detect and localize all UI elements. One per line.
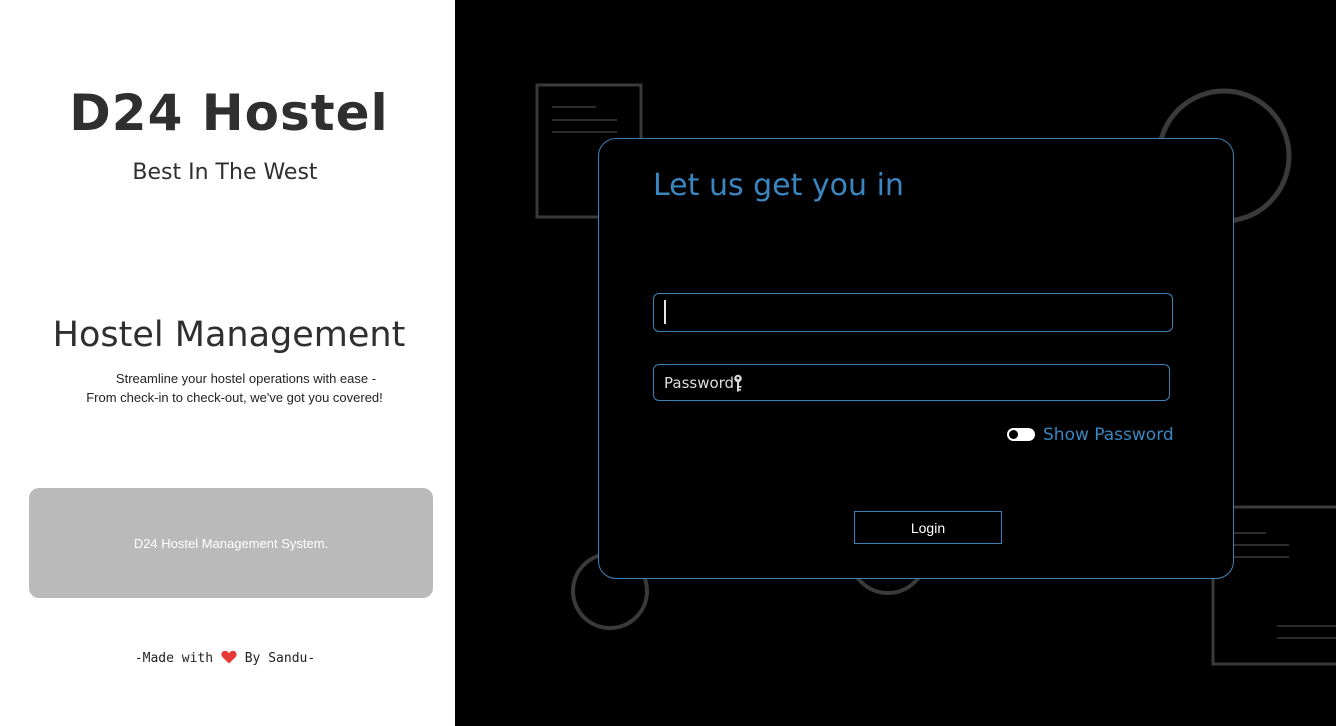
brand-subtitle: Best In The West <box>132 160 318 185</box>
system-info-label: D24 Hostel Management System. <box>133 535 329 551</box>
login-title: Let us get you in <box>653 168 904 203</box>
intro-heading: Hostel Management <box>52 315 406 355</box>
password-placeholder: Password <box>664 374 735 392</box>
by-author-text: By Sandu- <box>244 651 316 666</box>
toggle-knob <box>1009 430 1018 439</box>
brand-title: D24 Hostel <box>69 84 389 142</box>
footer-credit: -Made with By Sandu- <box>0 650 450 666</box>
username-input[interactable] <box>653 293 1173 332</box>
intro-line-1: Streamline your hostel operations with e… <box>115 371 377 386</box>
login-button[interactable]: Login <box>854 511 1002 544</box>
text-cursor <box>664 300 666 324</box>
intro-line-2: From check-in to check-out, we've got yo… <box>86 390 383 405</box>
system-info-box: D24 Hostel Management System. <box>29 488 433 598</box>
heart-icon <box>221 650 237 664</box>
show-password-label[interactable]: Show Password <box>1043 425 1174 445</box>
made-with-text: -Made with <box>134 651 214 666</box>
key-icon <box>734 374 742 392</box>
